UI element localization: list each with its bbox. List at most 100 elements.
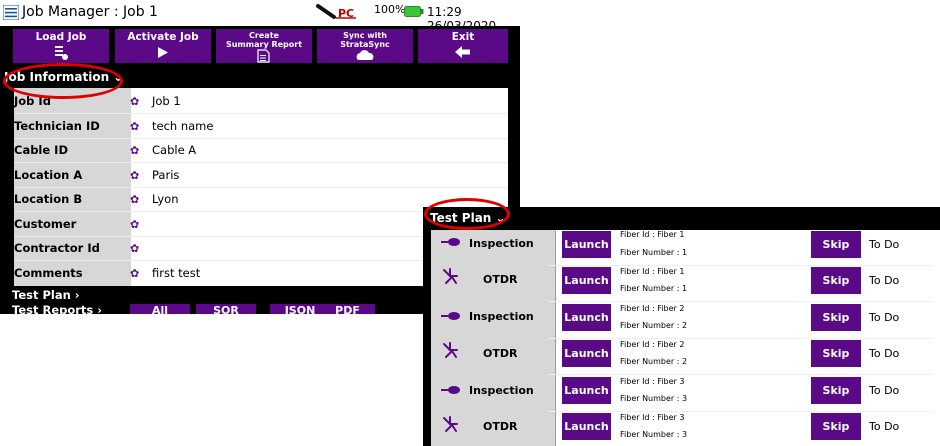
skip-button[interactable]: Skip [811, 231, 861, 258]
exit-label: Exit [451, 31, 475, 43]
create-report-label-2: Summary Report [225, 39, 303, 49]
report-sor-button[interactable]: SOR [196, 304, 256, 314]
inspection-probe-icon [441, 386, 460, 394]
test-type-label: OTDR [483, 420, 518, 433]
gear-icon[interactable]: ✿ [130, 242, 139, 255]
row-divider [14, 138, 508, 139]
row-divider [14, 162, 508, 163]
launch-button[interactable]: Launch [562, 377, 611, 404]
create-report-label-1: Create [249, 31, 279, 40]
fiber-id-text: Fiber Id : Fiber 1 [620, 230, 685, 239]
skip-button[interactable]: Skip [811, 267, 861, 294]
activate-job-label: Activate Job [127, 31, 199, 43]
test-type-label: OTDR [483, 273, 518, 286]
fiber-number-text: Fiber Number : 1 [620, 248, 688, 257]
status-text: To Do [869, 274, 900, 287]
location-a-label: Location A [14, 168, 83, 182]
highlight-circle-job-information [3, 63, 123, 99]
row-divider [548, 374, 932, 375]
fiber-id-text: Fiber Id : Fiber 1 [620, 267, 685, 276]
test-type-label: Inspection [469, 310, 534, 323]
otdr-icon [443, 268, 458, 284]
skip-button[interactable]: Skip [811, 413, 861, 440]
cloud-icon [356, 50, 374, 60]
row-divider [14, 187, 508, 188]
status-text: To Do [869, 238, 900, 251]
customer-label: Customer [14, 217, 77, 231]
report-document-icon [257, 49, 270, 63]
test-type-label: OTDR [483, 347, 518, 360]
launch-button[interactable]: Launch [562, 413, 611, 440]
test-plan-collapsed-heading[interactable]: Test Plan › [12, 288, 80, 302]
test-type-label: Inspection [469, 384, 534, 397]
load-job-button[interactable]: Load Job [13, 29, 109, 63]
gear-icon[interactable]: ✿ [130, 218, 139, 231]
status-text: To Do [869, 384, 900, 397]
technician-id-value: tech name [152, 119, 214, 133]
probe-connector-icon: PC [316, 4, 356, 20]
fiber-id-text: Fiber Id : Fiber 3 [620, 377, 685, 386]
fiber-number-text: Fiber Number : 3 [620, 430, 688, 439]
fiber-number-text: Fiber Number : 3 [620, 394, 688, 403]
fiber-id-text: Fiber Id : Fiber 3 [620, 413, 685, 422]
status-text: To Do [869, 311, 900, 324]
sync-stratasync-button[interactable]: Sync with StrataSync [317, 29, 413, 63]
gear-icon[interactable]: ✿ [130, 267, 139, 280]
cable-id-label: Cable ID [14, 143, 69, 157]
location-b-label: Location B [14, 192, 83, 206]
gear-icon[interactable]: ✿ [130, 193, 139, 206]
technician-id-label: Technician ID [14, 119, 100, 133]
fiber-number-text: Fiber Number : 2 [620, 321, 688, 330]
back-arrow-icon [455, 46, 470, 58]
launch-button[interactable]: Launch [562, 340, 611, 367]
battery-percent: 100% [374, 3, 406, 16]
battery-icon [404, 6, 424, 17]
launch-button[interactable]: Launch [562, 267, 611, 294]
toolbar: Load Job Activate Job Create Summary Rep… [0, 26, 520, 66]
fiber-number-text: Fiber Number : 1 [620, 284, 688, 293]
highlight-circle-test-plan [424, 198, 510, 230]
comments-value: first test [152, 266, 201, 280]
skip-button[interactable]: Skip [811, 377, 861, 404]
activate-job-button[interactable]: Activate Job [115, 29, 211, 63]
test-reports-heading[interactable]: Test Reports › [12, 303, 102, 314]
load-job-label: Load Job [35, 31, 87, 43]
exit-button[interactable]: Exit [418, 29, 508, 63]
contractor-id-label: Contractor Id [14, 241, 100, 255]
play-icon [158, 47, 168, 58]
gear-icon[interactable]: ✿ [130, 169, 139, 182]
fiber-id-text: Fiber Id : Fiber 2 [620, 340, 685, 349]
title-bar: Job Manager : Job 1 PC 100% 11:29 26/03/… [0, 0, 520, 33]
status-text: To Do [869, 420, 900, 433]
test-type-label: Inspection [469, 237, 534, 250]
report-all-button[interactable]: All [130, 304, 190, 314]
row-divider [548, 265, 932, 266]
row-divider [548, 301, 932, 302]
otdr-icon [443, 342, 458, 358]
window-title: Job Manager : Job 1 [22, 4, 158, 20]
row-divider [14, 113, 508, 114]
location-b-value: Lyon [152, 192, 179, 206]
report-pdf-button[interactable]: PDF [320, 304, 375, 314]
inspection-probe-icon [441, 312, 460, 320]
sync-label-1: Sync with [343, 31, 387, 40]
hamburger-menu-icon[interactable] [3, 5, 19, 20]
row-divider [548, 338, 932, 339]
status-text: To Do [869, 347, 900, 360]
gear-icon[interactable]: ✿ [130, 144, 139, 157]
sync-label-2: StrataSync [340, 39, 390, 49]
test-type-column [431, 230, 555, 446]
otdr-icon [443, 416, 458, 432]
load-job-icon [55, 46, 68, 60]
fiber-id-text: Fiber Id : Fiber 2 [620, 304, 685, 313]
test-plan-window: Test Plan ⌄ Inspection Launch Fiber Id :… [423, 207, 940, 446]
skip-button[interactable]: Skip [811, 340, 861, 367]
gear-icon[interactable]: ✿ [130, 95, 139, 108]
job-id-value: Job 1 [152, 94, 181, 108]
launch-button[interactable]: Launch [562, 231, 611, 258]
launch-button[interactable]: Launch [562, 304, 611, 331]
row-divider [548, 411, 932, 412]
skip-button[interactable]: Skip [811, 304, 861, 331]
gear-icon[interactable]: ✿ [130, 120, 139, 133]
create-summary-report-button[interactable]: Create Summary Report [216, 29, 312, 63]
